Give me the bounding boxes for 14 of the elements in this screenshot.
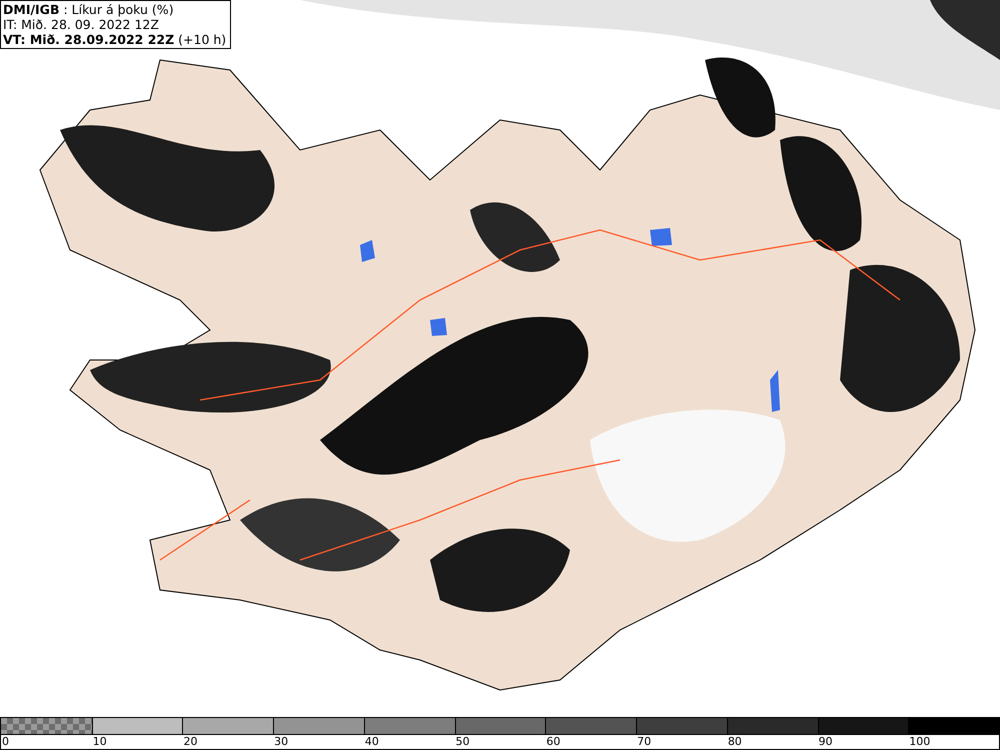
legend-label: 80: [726, 735, 742, 749]
legend-label: 0: [1, 735, 9, 749]
legend-label: 50: [454, 735, 470, 749]
header-text: IT: Mið. 28. 09. 2022 12Z: [3, 17, 160, 32]
legend-label: 10: [92, 735, 107, 749]
legend-label: 20: [182, 735, 198, 749]
legend-label: 40: [364, 735, 379, 749]
legend-label: 60: [545, 735, 560, 749]
legend-label: 90: [818, 735, 833, 749]
legend-label: 70: [636, 735, 652, 749]
header-text: DMI/IGB : Líkur á þoku (%): [3, 2, 175, 17]
legend-label: 30: [273, 735, 288, 749]
legend-label: 100: [908, 735, 930, 749]
header-text: VT: Mið. 28.09.2022 22Z (+10 h): [3, 32, 226, 47]
